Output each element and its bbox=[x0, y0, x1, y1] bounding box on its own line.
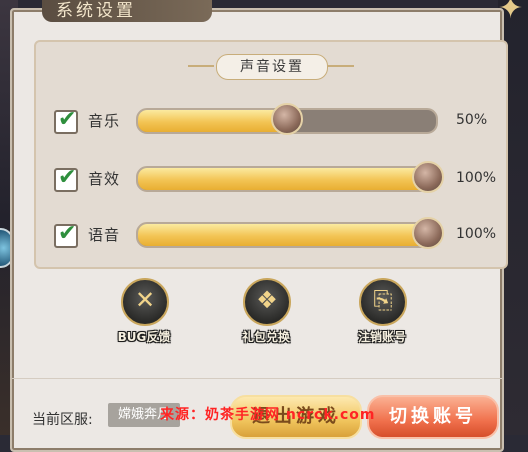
gift-redeem-button[interactable]: ❖ 礼包兑换 bbox=[221, 278, 311, 368]
watermark-text: 来源：奶茶手游网 ncrck.com bbox=[160, 407, 376, 423]
voice-value: 100% bbox=[456, 226, 497, 242]
sfx-label: 音效 bbox=[88, 170, 121, 188]
voice-checkbox[interactable]: ✔ bbox=[54, 221, 78, 248]
switch-account-button[interactable]: 切换账号 bbox=[367, 395, 499, 439]
bug-report-label: BUG反馈 bbox=[117, 330, 171, 344]
settings-panel: 系统设置 ✦ 声音设置 ✔ 音乐 50% ✔ 音效 100% ✔ 语音 100%… bbox=[10, 0, 523, 452]
server-label: 当前区服: bbox=[32, 412, 93, 428]
gift-icon: ❖ bbox=[243, 278, 291, 326]
setting-row-sfx: ✔ 音效 100% bbox=[36, 161, 506, 196]
sfx-slider-fill bbox=[138, 168, 436, 190]
section-header: 声音设置 bbox=[188, 54, 354, 80]
setting-row-voice: ✔ 语音 100% bbox=[36, 217, 506, 252]
music-slider-fill bbox=[138, 110, 287, 132]
voice-label: 语音 bbox=[88, 226, 121, 244]
sfx-checkbox[interactable]: ✔ bbox=[54, 165, 78, 192]
bug-report-button[interactable]: ✕ BUG反馈 bbox=[99, 278, 189, 368]
logout-account-label: 注销账号 bbox=[357, 330, 406, 344]
music-slider-handle[interactable] bbox=[271, 103, 303, 135]
logout-door-icon: ⎘ bbox=[359, 278, 407, 326]
sound-settings-section: 声音设置 ✔ 音乐 50% ✔ 音效 100% ✔ 语音 100% bbox=[34, 40, 508, 269]
music-label: 音乐 bbox=[88, 112, 121, 130]
gift-redeem-label: 礼包兑换 bbox=[241, 330, 290, 344]
sfx-slider[interactable] bbox=[136, 166, 438, 192]
title-bar: 系统设置 bbox=[42, 0, 212, 22]
check-icon: ✔ bbox=[58, 221, 77, 246]
section-title-decoration-left bbox=[188, 65, 214, 67]
music-checkbox[interactable]: ✔ bbox=[54, 107, 78, 134]
music-value: 50% bbox=[456, 112, 488, 128]
setting-row-music: ✔ 音乐 50% bbox=[36, 103, 506, 138]
check-icon: ✔ bbox=[58, 165, 77, 190]
action-buttons: ✕ BUG反馈 ❖ 礼包兑换 ⎘ 注销账号 bbox=[34, 268, 504, 368]
sfx-value: 100% bbox=[456, 170, 497, 186]
voice-slider[interactable] bbox=[136, 222, 438, 248]
logout-account-button[interactable]: ⎘ 注销账号 bbox=[337, 278, 427, 368]
section-title: 声音设置 bbox=[216, 54, 328, 80]
wrench-screwdriver-icon: ✕ bbox=[121, 278, 169, 326]
window-title: 系统设置 bbox=[56, 1, 136, 21]
sfx-slider-handle[interactable] bbox=[412, 161, 444, 193]
section-title-decoration-right bbox=[328, 65, 354, 67]
check-icon: ✔ bbox=[58, 107, 77, 132]
corner-star-icon: ✦ bbox=[498, 0, 524, 26]
voice-slider-handle[interactable] bbox=[412, 217, 444, 249]
voice-slider-fill bbox=[138, 224, 436, 246]
